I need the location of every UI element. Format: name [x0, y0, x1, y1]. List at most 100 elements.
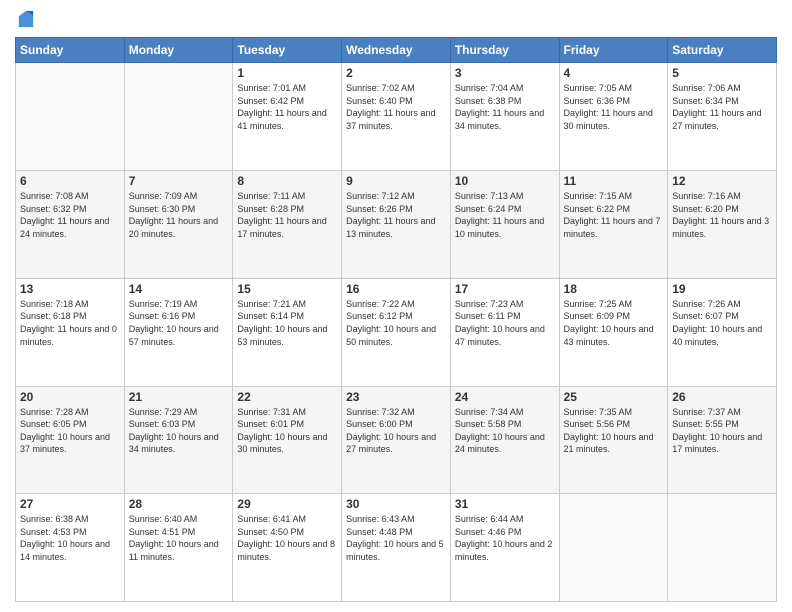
day-number: 28 [129, 497, 229, 511]
day-number: 2 [346, 66, 446, 80]
calendar-cell: 3 Sunrise: 7:04 AMSunset: 6:38 PMDaylight… [450, 63, 559, 171]
day-number: 10 [455, 174, 555, 188]
day-info: Sunrise: 7:09 AMSunset: 6:30 PMDaylight:… [129, 190, 229, 240]
day-of-week-thursday: Thursday [450, 38, 559, 63]
day-info: Sunrise: 7:19 AMSunset: 6:16 PMDaylight:… [129, 298, 229, 348]
day-info: Sunrise: 7:06 AMSunset: 6:34 PMDaylight:… [672, 82, 772, 132]
calendar-cell: 23 Sunrise: 7:32 AMSunset: 6:00 PMDayligh… [342, 386, 451, 494]
calendar-cell: 17Sunrise: 7:23 AMSunset: 6:11 PMDayligh… [450, 278, 559, 386]
calendar-cell: 7 Sunrise: 7:09 AMSunset: 6:30 PMDaylight… [124, 171, 233, 279]
day-info: Sunrise: 7:15 AMSunset: 6:22 PMDaylight:… [564, 190, 664, 240]
calendar-cell: 14 Sunrise: 7:19 AMSunset: 6:16 PMDayligh… [124, 278, 233, 386]
day-info: Sunrise: 7:05 AMSunset: 6:36 PMDaylight:… [564, 82, 664, 132]
calendar-week-row: 6 Sunrise: 7:08 AMSunset: 6:32 PMDaylight… [16, 171, 777, 279]
day-number: 3 [455, 66, 555, 80]
calendar-cell: 27 Sunrise: 6:38 AMSunset: 4:53 PMDayligh… [16, 494, 125, 602]
calendar-cell: 31 Sunrise: 6:44 AMSunset: 4:46 PMDayligh… [450, 494, 559, 602]
day-number: 9 [346, 174, 446, 188]
calendar-cell: 26 Sunrise: 7:37 AMSunset: 5:55 PMDayligh… [668, 386, 777, 494]
day-number: 20 [20, 390, 120, 404]
day-number: 22 [237, 390, 337, 404]
calendar-cell: 20 Sunrise: 7:28 AMSunset: 6:05 PMDayligh… [16, 386, 125, 494]
calendar-week-row: 20 Sunrise: 7:28 AMSunset: 6:05 PMDayligh… [16, 386, 777, 494]
header [15, 10, 777, 29]
day-of-week-tuesday: Tuesday [233, 38, 342, 63]
calendar-header-row: SundayMondayTuesdayWednesdayThursdayFrid… [16, 38, 777, 63]
calendar-week-row: 13 Sunrise: 7:18 AMSunset: 6:18 PMDayligh… [16, 278, 777, 386]
day-info: Sunrise: 6:43 AMSunset: 4:48 PMDaylight:… [346, 513, 446, 563]
day-number: 7 [129, 174, 229, 188]
day-info: Sunrise: 7:25 AMSunset: 6:09 PMDaylight:… [564, 298, 664, 348]
day-info: Sunrise: 7:34 AMSunset: 5:58 PMDaylight:… [455, 406, 555, 456]
calendar-cell: 10 Sunrise: 7:13 AMSunset: 6:24 PMDayligh… [450, 171, 559, 279]
day-number: 14 [129, 282, 229, 296]
day-number: 24 [455, 390, 555, 404]
day-number: 31 [455, 497, 555, 511]
day-info: Sunrise: 7:37 AMSunset: 5:55 PMDaylight:… [672, 406, 772, 456]
day-info: Sunrise: 7:35 AMSunset: 5:56 PMDaylight:… [564, 406, 664, 456]
calendar-cell: 5Sunrise: 7:06 AMSunset: 6:34 PMDaylight… [668, 63, 777, 171]
calendar-cell: 2Sunrise: 7:02 AMSunset: 6:40 PMDaylight… [342, 63, 451, 171]
day-number: 27 [20, 497, 120, 511]
calendar-cell: 25 Sunrise: 7:35 AMSunset: 5:56 PMDayligh… [559, 386, 668, 494]
day-number: 25 [564, 390, 664, 404]
calendar-cell: 21 Sunrise: 7:29 AMSunset: 6:03 PMDayligh… [124, 386, 233, 494]
logo [15, 10, 35, 29]
calendar-cell: 4Sunrise: 7:05 AMSunset: 6:36 PMDaylight… [559, 63, 668, 171]
day-number: 30 [346, 497, 446, 511]
calendar-cell: 12 Sunrise: 7:16 AMSunset: 6:20 PMDayligh… [668, 171, 777, 279]
day-info: Sunrise: 7:31 AMSunset: 6:01 PMDaylight:… [237, 406, 337, 456]
day-info: Sunrise: 7:32 AMSunset: 6:00 PMDaylight:… [346, 406, 446, 456]
day-number: 13 [20, 282, 120, 296]
day-info: Sunrise: 6:40 AMSunset: 4:51 PMDaylight:… [129, 513, 229, 563]
day-of-week-friday: Friday [559, 38, 668, 63]
day-number: 21 [129, 390, 229, 404]
day-info: Sunrise: 6:41 AMSunset: 4:50 PMDaylight:… [237, 513, 337, 563]
day-info: Sunrise: 7:04 AMSunset: 6:38 PMDaylight:… [455, 82, 555, 132]
logo-icon [17, 9, 35, 29]
day-number: 15 [237, 282, 337, 296]
day-info: Sunrise: 7:13 AMSunset: 6:24 PMDaylight:… [455, 190, 555, 240]
calendar-table: SundayMondayTuesdayWednesdayThursdayFrid… [15, 37, 777, 602]
day-info: Sunrise: 6:44 AMSunset: 4:46 PMDaylight:… [455, 513, 555, 563]
day-number: 26 [672, 390, 772, 404]
calendar-cell: 1 Sunrise: 7:01 AMSunset: 6:42 PMDaylight… [233, 63, 342, 171]
day-info: Sunrise: 7:08 AMSunset: 6:32 PMDaylight:… [20, 190, 120, 240]
day-info: Sunrise: 7:18 AMSunset: 6:18 PMDaylight:… [20, 298, 120, 348]
calendar-cell: 9 Sunrise: 7:12 AMSunset: 6:26 PMDaylight… [342, 171, 451, 279]
calendar-cell [668, 494, 777, 602]
day-info: Sunrise: 6:38 AMSunset: 4:53 PMDaylight:… [20, 513, 120, 563]
calendar-cell: 16 Sunrise: 7:22 AMSunset: 6:12 PMDayligh… [342, 278, 451, 386]
day-number: 1 [237, 66, 337, 80]
day-number: 23 [346, 390, 446, 404]
calendar-cell [16, 63, 125, 171]
calendar-cell: 22 Sunrise: 7:31 AMSunset: 6:01 PMDayligh… [233, 386, 342, 494]
day-info: Sunrise: 7:22 AMSunset: 6:12 PMDaylight:… [346, 298, 446, 348]
day-info: Sunrise: 7:26 AMSunset: 6:07 PMDaylight:… [672, 298, 772, 348]
calendar-cell: 24 Sunrise: 7:34 AMSunset: 5:58 PMDayligh… [450, 386, 559, 494]
calendar-cell: 18 Sunrise: 7:25 AMSunset: 6:09 PMDayligh… [559, 278, 668, 386]
calendar-week-row: 27 Sunrise: 6:38 AMSunset: 4:53 PMDayligh… [16, 494, 777, 602]
calendar-cell: 29 Sunrise: 6:41 AMSunset: 4:50 PMDayligh… [233, 494, 342, 602]
logo-general [15, 10, 35, 29]
calendar-cell: 6 Sunrise: 7:08 AMSunset: 6:32 PMDaylight… [16, 171, 125, 279]
day-number: 8 [237, 174, 337, 188]
day-info: Sunrise: 7:11 AMSunset: 6:28 PMDaylight:… [237, 190, 337, 240]
day-info: Sunrise: 7:16 AMSunset: 6:20 PMDaylight:… [672, 190, 772, 240]
day-info: Sunrise: 7:01 AMSunset: 6:42 PMDaylight:… [237, 82, 337, 132]
day-number: 11 [564, 174, 664, 188]
day-of-week-monday: Monday [124, 38, 233, 63]
day-number: 29 [237, 497, 337, 511]
day-of-week-sunday: Sunday [16, 38, 125, 63]
day-number: 12 [672, 174, 772, 188]
day-info: Sunrise: 7:29 AMSunset: 6:03 PMDaylight:… [129, 406, 229, 456]
page: SundayMondayTuesdayWednesdayThursdayFrid… [0, 0, 792, 612]
calendar-cell: 15Sunrise: 7:21 AMSunset: 6:14 PMDayligh… [233, 278, 342, 386]
day-number: 6 [20, 174, 120, 188]
calendar-cell [124, 63, 233, 171]
day-number: 19 [672, 282, 772, 296]
day-info: Sunrise: 7:28 AMSunset: 6:05 PMDaylight:… [20, 406, 120, 456]
day-number: 16 [346, 282, 446, 296]
day-number: 18 [564, 282, 664, 296]
day-info: Sunrise: 7:12 AMSunset: 6:26 PMDaylight:… [346, 190, 446, 240]
